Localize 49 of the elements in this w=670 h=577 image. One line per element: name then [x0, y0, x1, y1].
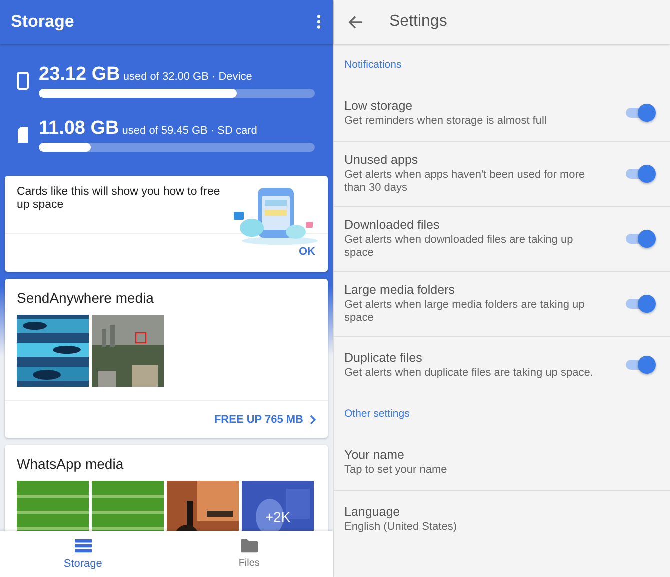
settings-row[interactable]: Language English (United States): [334, 491, 670, 547]
setting-description: Get alerts when apps haven't been used for more than 30 days: [344, 169, 586, 195]
setting-description: Get alerts when downloaded files are taking up space: [344, 234, 574, 260]
nav-tab[interactable]: Files: [166, 531, 332, 577]
toggle-switch[interactable]: [626, 295, 654, 313]
section-header: Notifications: [344, 58, 403, 73]
usage-detail: used of 59.45 GB · SD card: [122, 125, 258, 137]
settings-row[interactable]: Large media folders Get alerts when large media folders are taking up space: [334, 272, 670, 337]
ok-button[interactable]: OK: [299, 246, 316, 258]
more-count: +2K: [264, 509, 292, 525]
settings-row[interactable]: Downloaded files Get alerts when downloaded files are taking up space: [334, 207, 670, 272]
setting-description: Get alerts when large media folders are taking up space: [344, 299, 586, 325]
setting-description: Get alerts when duplicate files are taking up space.: [344, 366, 594, 380]
chevron-icon: [310, 415, 316, 425]
settings-row[interactable]: Your name Tap to set your name: [334, 434, 670, 491]
screen-title: Settings: [390, 13, 448, 31]
toggle-switch[interactable]: [626, 104, 654, 122]
card-title: SendAnywhere media: [16, 289, 155, 308]
setting-description: English (United States): [344, 520, 458, 534]
storage-icon: [74, 538, 92, 552]
toggle-switch[interactable]: [626, 356, 654, 374]
back-arrow-icon[interactable]: [348, 14, 362, 30]
settings-row[interactable]: Duplicate files Get alerts when duplicate files are taking up space.: [334, 337, 670, 393]
sd-card-icon: [17, 126, 29, 144]
setting-title: Language: [344, 504, 402, 518]
used-amount: 23.12 GB: [39, 64, 120, 86]
toggle-switch[interactable]: [626, 165, 654, 183]
folder-icon: [240, 539, 258, 553]
setting-title: Downloaded files: [344, 218, 441, 232]
setting-description: Get reminders when storage is almost full: [344, 114, 548, 128]
free-up-button[interactable]: FREE UP 765 MB: [214, 414, 316, 426]
section-header: Other settings: [344, 407, 411, 422]
usage-detail: used of 32.00 GB · Device: [123, 71, 252, 83]
settings-row[interactable]: Unused apps Get alerts when apps haven't been used for more than 30 days: [334, 142, 670, 207]
toggle-switch[interactable]: [626, 230, 654, 248]
more-options-icon[interactable]: [316, 15, 320, 29]
used-amount: 11.08 GB: [39, 118, 120, 140]
tip-text: Cards like this will show you how to free up space: [17, 186, 222, 213]
setting-title: Large media folders: [344, 283, 456, 297]
setting-title: Duplicate files: [344, 350, 424, 364]
setting-title: Your name: [344, 448, 406, 462]
phone-icon: [17, 72, 29, 90]
setting-description: Tap to set your name: [344, 464, 448, 476]
settings-row[interactable]: Low storage Get reminders when storage is almost full: [334, 85, 670, 142]
screen-title: Storage: [11, 12, 74, 32]
nav-tab[interactable]: Storage: [0, 531, 166, 577]
setting-title: Unused apps: [344, 153, 420, 167]
card-title: WhatsApp media: [16, 455, 125, 474]
setting-title: Low storage: [344, 98, 414, 112]
